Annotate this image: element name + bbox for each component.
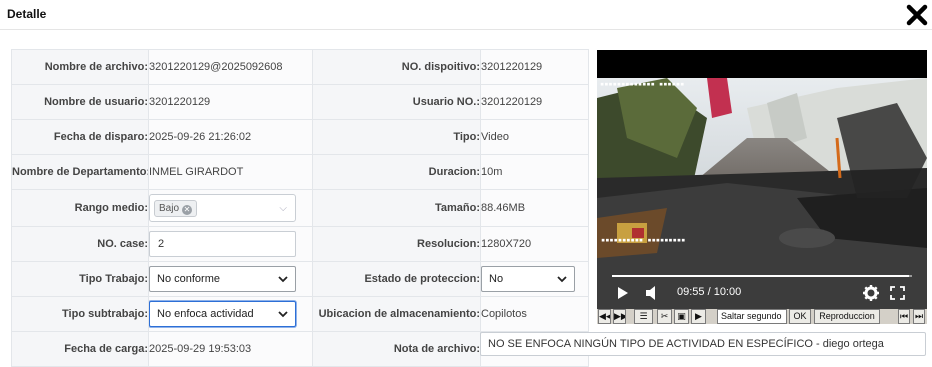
label-fecha-carga: Fecha de carga: xyxy=(11,331,149,367)
close-icon[interactable] xyxy=(906,4,928,26)
dialog-header: Detalle xyxy=(0,0,932,30)
label-departamento: Nombre de Departamento: xyxy=(11,154,149,190)
value-tamano: 88.46MB xyxy=(480,189,589,227)
fullscreen-icon[interactable] xyxy=(890,286,905,305)
value-fecha-carga: 2025-09-29 19:53:03 xyxy=(148,331,313,367)
label-nombre-archivo: Nombre de archivo: xyxy=(11,49,149,85)
reproduccion-button[interactable]: Reproduccion xyxy=(814,309,880,324)
label-no-dispositivo: NO. dispoitivo: xyxy=(312,49,481,85)
label-tipo-trabajo: Tipo Trabajo: xyxy=(11,261,149,297)
label-rango-medio: Rango medio: xyxy=(11,189,149,227)
value-nombre-usuario: 3201220129 xyxy=(148,84,313,120)
video-osd-top: ▪▪▪▪▪▪▪▪▪▪▪▪▪ ▪▪▪▪▪▪ xyxy=(600,80,685,88)
rewind-icon[interactable]: ◀◀ xyxy=(598,309,611,324)
chevron-down-icon xyxy=(557,276,567,283)
label-resolucion: Resolucion: xyxy=(312,226,481,262)
value-no-dispositivo: 3201220129 xyxy=(480,49,589,85)
video-time-display: 09:55 / 10:00 xyxy=(677,286,742,298)
rango-medio-tag-label: Bajo xyxy=(159,203,180,214)
ok-button[interactable]: OK xyxy=(789,309,811,324)
tipo-trabajo-value: No conforme xyxy=(157,273,220,285)
label-estado-proteccion: Estado de proteccion: xyxy=(312,261,481,297)
estado-proteccion-select[interactable]: No xyxy=(481,266,575,292)
value-usuario-no: 3201220129 xyxy=(480,84,589,120)
label-nota-archivo: Nota de archivo: xyxy=(312,331,481,367)
label-tipo-subtrabajo: Tipo subtrabajo: xyxy=(11,296,149,332)
value-tipo: Video xyxy=(480,119,589,155)
value-ubicacion: Copilotos xyxy=(480,296,589,332)
label-tamano: Tamaño: xyxy=(312,189,481,227)
label-usuario-no: Usuario NO.: xyxy=(312,84,481,120)
saltar-segundo-input[interactable]: Saltar segundo xyxy=(717,309,787,324)
label-fecha-disparo: Fecha de disparo: xyxy=(11,119,149,155)
video-player[interactable]: ▪▪▪▪▪▪▪▪▪▪▪▪▪ ▪▪▪▪▪▪ ▪▪▪▪▪▪▪▪▪▪ ▪▪▪▪▪▪▪▪… xyxy=(597,50,927,309)
rango-medio-select[interactable]: Bajo ✕ ⌵ xyxy=(149,194,296,222)
dialog-title: Detalle xyxy=(7,7,47,21)
label-nombre-usuario: Nombre de usuario: xyxy=(11,84,149,120)
list-icon[interactable]: ☰ xyxy=(634,309,653,324)
skip-start-icon[interactable]: ⏮ xyxy=(898,309,910,324)
chevron-down-icon: ⌵ xyxy=(279,203,287,214)
play-icon[interactable] xyxy=(617,286,629,305)
label-duracion: Duracion: xyxy=(312,154,481,190)
playback-toolbar: ◀◀ ▶▶ ☰ ✂ ▣ ▶ Saltar segundo OK Reproduc… xyxy=(597,309,927,324)
value-fecha-disparo: 2025-09-26 21:26:02 xyxy=(148,119,313,155)
video-osd-bottom: ▪▪▪▪▪▪▪▪▪▪ ▪▪▪▪▪▪▪▪▪ xyxy=(601,236,686,244)
rango-medio-tag: Bajo ✕ xyxy=(154,200,198,217)
nota-archivo-input[interactable]: NO SE ENFOCA NINGÚN TIPO DE ACTIVIDAD EN… xyxy=(480,332,926,356)
frame-step-icon[interactable]: ▶ xyxy=(691,309,706,324)
snapshot-icon[interactable]: ▣ xyxy=(674,309,689,324)
tipo-subtrabajo-value: No enfoca actividad xyxy=(157,308,254,320)
tag-remove-icon[interactable]: ✕ xyxy=(182,205,193,215)
tipo-subtrabajo-select[interactable]: No enfoca actividad xyxy=(149,301,296,327)
label-ubicacion: Ubicacion de almacenamiento: xyxy=(312,296,481,332)
no-case-input[interactable]: 2 xyxy=(149,231,296,257)
chevron-down-icon xyxy=(278,311,288,318)
detail-form: Nombre de archivo: 3201220129@2025092608… xyxy=(11,49,589,367)
tipo-trabajo-select[interactable]: No conforme xyxy=(149,266,296,292)
gear-icon[interactable] xyxy=(863,285,879,306)
skip-end-icon[interactable]: ⏭ xyxy=(913,309,925,324)
scissors-icon[interactable]: ✂ xyxy=(657,309,672,324)
value-duracion: 10m xyxy=(480,154,589,190)
estado-proteccion-value: No xyxy=(489,273,504,285)
value-nombre-archivo: 3201220129@2025092608 xyxy=(148,49,313,85)
video-progress-bar[interactable] xyxy=(612,275,912,277)
value-departamento: INMEL GIRARDOT xyxy=(148,154,313,190)
chevron-down-icon xyxy=(278,276,288,283)
value-resolucion: 1280X720 xyxy=(480,226,589,262)
label-no-case: NO. case: xyxy=(11,226,149,262)
fast-forward-icon[interactable]: ▶▶ xyxy=(613,309,626,324)
video-progress-fill xyxy=(612,275,909,277)
volume-icon[interactable] xyxy=(645,285,659,306)
label-tipo: Tipo: xyxy=(312,119,481,155)
